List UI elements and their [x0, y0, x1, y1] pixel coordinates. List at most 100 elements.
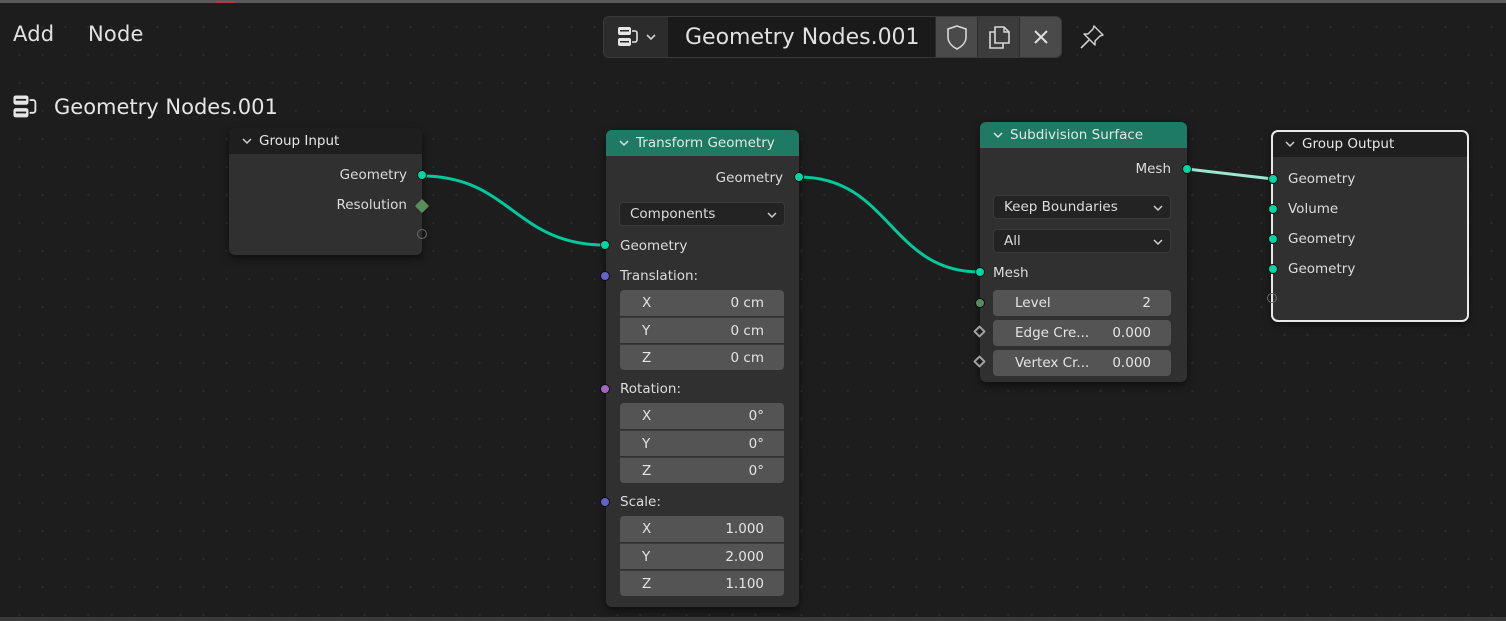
chevron-down-icon	[767, 212, 777, 219]
translation-y-field[interactable]: Y 0 cm	[620, 317, 784, 343]
input-mesh-label: Mesh	[993, 265, 1029, 281]
node-title: Group Output	[1302, 136, 1395, 152]
axis-label: Z	[642, 462, 652, 479]
node-tree-type-dropdown[interactable]	[604, 17, 669, 57]
input-geometry-label: Geometry	[1288, 231, 1356, 247]
geometry-input-socket[interactable]	[1268, 234, 1278, 244]
mode-dropdown[interactable]: Components	[619, 202, 785, 226]
uv-smooth-dropdown[interactable]: Keep Boundaries	[993, 195, 1171, 219]
collapse-chevron-icon[interactable]	[1284, 139, 1296, 149]
output-geometry-label: Geometry	[715, 170, 783, 186]
axis-label: X	[642, 295, 652, 311]
input-volume-label: Volume	[1288, 201, 1339, 217]
pin-icon	[1080, 25, 1104, 49]
node-title: Subdivision Surface	[1010, 127, 1144, 143]
rotation-input-socket[interactable]	[600, 384, 610, 394]
field-value: 2	[1142, 295, 1151, 311]
input-geometry-label: Geometry	[620, 238, 688, 254]
output-mesh-label: Mesh	[1135, 161, 1171, 177]
scale-input-socket[interactable]	[600, 497, 610, 507]
transform-geometry-node[interactable]: Transform Geometry Geometry Components G…	[606, 130, 799, 607]
menu-node[interactable]: Node	[88, 22, 144, 46]
field-value: 2.000	[725, 548, 764, 565]
geometry-output-socket[interactable]	[417, 170, 427, 180]
geometry-input-socket[interactable]	[600, 240, 610, 250]
input-geometry-label: Geometry	[1288, 171, 1356, 187]
chevron-down-icon	[1153, 205, 1163, 212]
node-header[interactable]: Subdivision Surface	[980, 122, 1187, 148]
vertex-crease-field[interactable]: Vertex Cr... 0.000	[993, 350, 1171, 376]
mode-value: Components	[630, 206, 716, 222]
output-geometry-label: Geometry	[339, 167, 407, 183]
fake-user-button[interactable]	[935, 17, 977, 57]
empty-input-socket[interactable]	[1267, 293, 1277, 303]
node-tree-icon	[618, 27, 638, 46]
scale-label: Scale:	[620, 494, 661, 510]
rotation-x-field[interactable]: X 0°	[620, 403, 784, 429]
mesh-input-socket[interactable]	[975, 267, 985, 277]
translation-input-socket[interactable]	[600, 271, 610, 281]
level-input-socket[interactable]	[975, 298, 985, 308]
translation-label: Translation:	[620, 268, 699, 284]
rotation-z-field[interactable]: Z 0°	[620, 457, 784, 483]
field-label: Level	[1015, 295, 1051, 311]
chevron-down-icon	[646, 34, 656, 41]
rotation-label: Rotation:	[620, 381, 682, 397]
node-tree-datablock-selector: Geometry Nodes.001	[603, 16, 1062, 58]
axis-label: Z	[642, 349, 652, 366]
group-input-node[interactable]: Group Input Geometry Resolution	[229, 128, 422, 255]
axis-label: X	[642, 521, 652, 537]
geometry-output-socket[interactable]	[794, 172, 804, 182]
node-header[interactable]: Group Output	[1272, 131, 1468, 157]
scale-x-field[interactable]: X 1.000	[620, 516, 784, 542]
axis-label: Y	[642, 548, 651, 565]
geometry-input-socket[interactable]	[1268, 174, 1278, 184]
node-tree-icon	[13, 95, 37, 118]
node-tree-name-field[interactable]: Geometry Nodes.001	[669, 17, 935, 57]
scale-z-field[interactable]: Z 1.100	[620, 570, 784, 596]
chevron-down-icon	[1153, 239, 1163, 246]
subdivision-surface-node[interactable]: Subdivision Surface Mesh Keep Boundaries…	[980, 122, 1187, 382]
axis-label: X	[642, 408, 652, 424]
node-title: Transform Geometry	[636, 135, 775, 151]
pin-button[interactable]	[1074, 20, 1110, 54]
translation-x-field[interactable]: X 0 cm	[620, 290, 784, 316]
empty-output-socket[interactable]	[417, 229, 427, 239]
level-field[interactable]: Level 2	[993, 290, 1171, 316]
node-header[interactable]: Group Input	[229, 128, 422, 154]
breadcrumb: Geometry Nodes.001	[10, 92, 278, 122]
collapse-chevron-icon[interactable]	[241, 136, 253, 146]
translation-z-field[interactable]: Z 0 cm	[620, 344, 784, 370]
edge-crease-field[interactable]: Edge Cre... 0.000	[993, 320, 1171, 346]
boundary-smooth-value: All	[1004, 233, 1021, 249]
axis-label: Y	[642, 435, 651, 452]
rotation-y-field[interactable]: Y 0°	[620, 430, 784, 456]
collapse-chevron-icon[interactable]	[618, 138, 630, 148]
field-value: 0°	[748, 435, 764, 452]
group-output-node[interactable]: Group Output Geometry Volume Geometry Ge…	[1271, 130, 1469, 322]
field-value: 1.000	[725, 521, 764, 537]
menu-add[interactable]: Add	[13, 22, 54, 46]
field-value: 0.000	[1112, 355, 1151, 371]
uv-smooth-value: Keep Boundaries	[1004, 199, 1118, 215]
axis-label: Z	[642, 575, 652, 592]
field-label: Edge Cre...	[1015, 325, 1090, 341]
field-label: Vertex Cr...	[1015, 355, 1090, 371]
output-resolution-label: Resolution	[336, 197, 407, 213]
collapse-chevron-icon[interactable]	[992, 130, 1004, 140]
unlink-button[interactable]	[1019, 17, 1061, 57]
scale-y-field[interactable]: Y 2.000	[620, 543, 784, 569]
field-value: 0 cm	[730, 295, 764, 311]
node-header[interactable]: Transform Geometry	[606, 130, 799, 156]
window-bottom-border	[0, 617, 1506, 621]
field-value: 0°	[748, 408, 764, 424]
duplicate-button[interactable]	[977, 17, 1019, 57]
geometry-input-socket[interactable]	[1268, 264, 1278, 274]
boundary-smooth-dropdown[interactable]: All	[993, 229, 1171, 253]
close-icon	[1033, 30, 1048, 44]
volume-input-socket[interactable]	[1268, 204, 1278, 214]
mesh-output-socket[interactable]	[1182, 164, 1192, 174]
field-value: 0 cm	[730, 322, 764, 339]
field-value: 1.100	[725, 575, 764, 592]
axis-label: Y	[642, 322, 651, 339]
